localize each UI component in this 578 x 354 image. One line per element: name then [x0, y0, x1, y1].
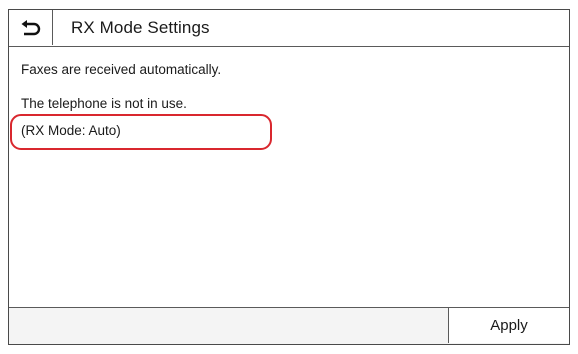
back-arrow-icon — [20, 19, 42, 37]
apply-button[interactable]: Apply — [448, 308, 569, 343]
rx-mode-settings-screen: RX Mode Settings Faxes are received auto… — [8, 9, 570, 345]
bottom-bar: Apply — [9, 307, 569, 344]
message-line-telephone: The telephone is not in use. — [21, 96, 187, 111]
title-bar: RX Mode Settings — [9, 10, 569, 47]
message-line-receive-auto: Faxes are received automatically. — [21, 62, 222, 77]
back-button[interactable] — [9, 10, 53, 45]
page-title: RX Mode Settings — [71, 18, 210, 37]
rx-mode-status: (RX Mode: Auto) — [21, 123, 121, 138]
